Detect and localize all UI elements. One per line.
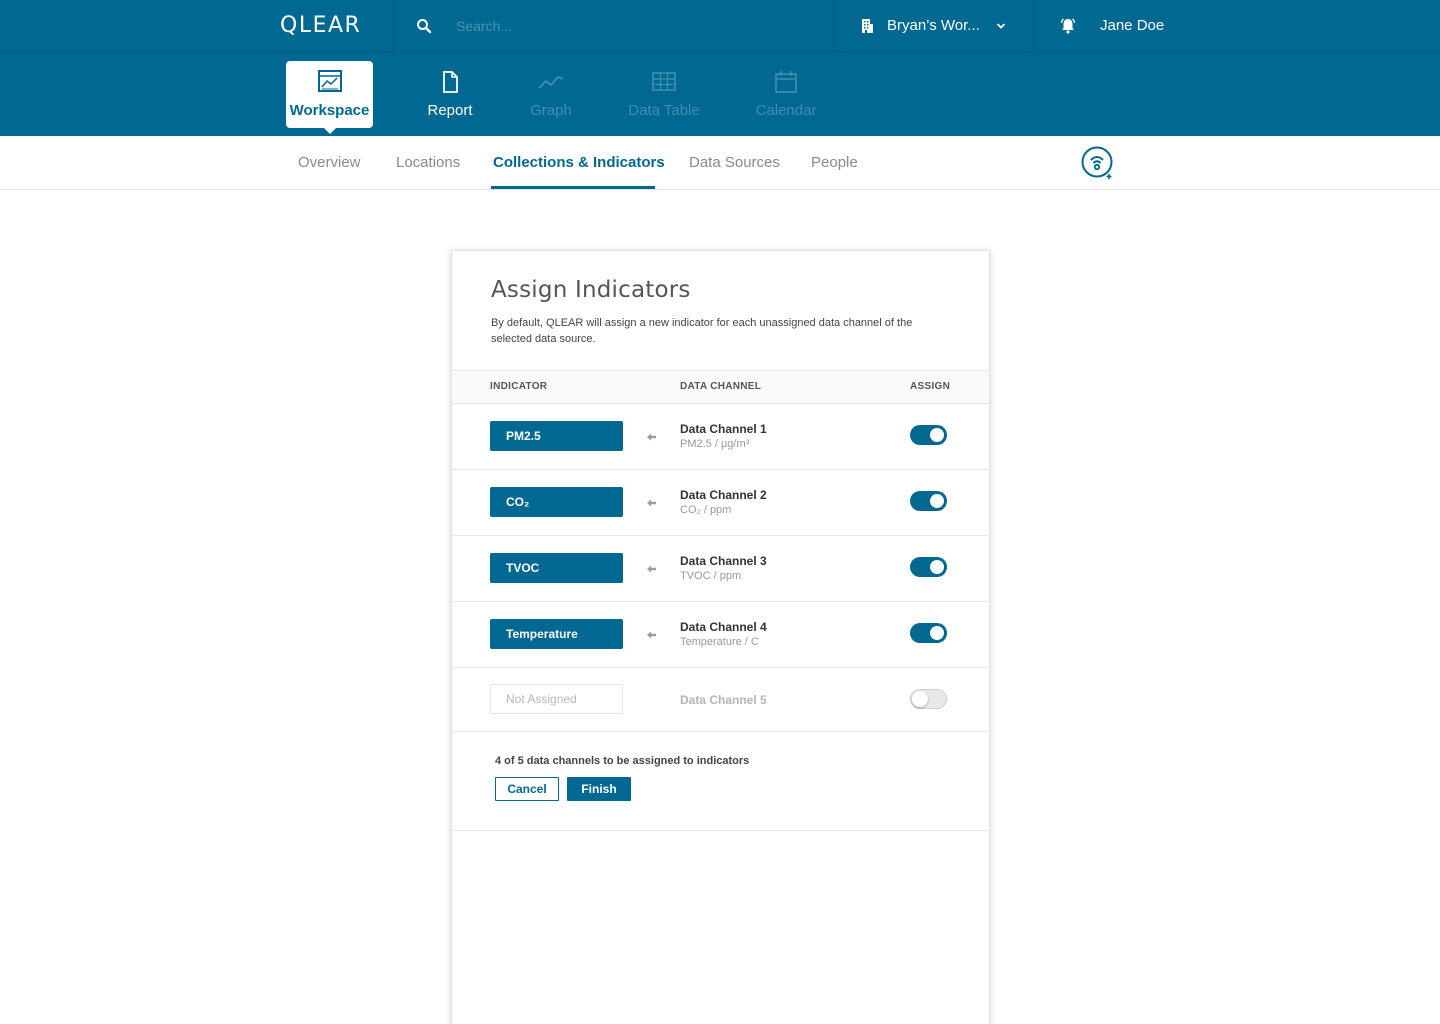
card-description: By default, QLEAR will assign a new indi… <box>491 317 913 345</box>
assign-indicators-card: Assign Indicators By default, QLEAR will… <box>451 250 990 1024</box>
table-row: PM2.5 Data Channel 1 PM2.5 / µg/m³ <box>452 404 989 470</box>
search-icon[interactable] <box>416 18 432 34</box>
sub-nav: Overview Locations Collections & Indicat… <box>0 136 1440 190</box>
arrow-left-icon <box>647 433 656 441</box>
finish-button[interactable]: Finish <box>567 777 631 801</box>
column-data-channel: DATA CHANNEL <box>680 381 762 392</box>
channel-detail: PM2.5 / µg/m³ <box>680 438 750 450</box>
channel-detail: TVOC / ppm <box>680 570 742 582</box>
indicator-button[interactable]: CO₂ <box>490 487 623 517</box>
column-indicator: INDICATOR <box>490 381 548 392</box>
toggle-knob <box>930 428 944 442</box>
channel-name: Data Channel 4 <box>680 620 767 634</box>
table-header: INDICATOR DATA CHANNEL ASSIGN <box>452 370 989 404</box>
assignment-summary: 4 of 5 data channels to be assigned to i… <box>495 755 750 767</box>
assign-toggle[interactable] <box>910 557 947 577</box>
assign-toggle[interactable] <box>910 491 947 511</box>
channel-detail: CO₂ / ppm <box>680 504 732 516</box>
bell-icon[interactable] <box>1059 17 1077 35</box>
table-row: Not Assigned Data Channel 5 <box>452 668 989 732</box>
tab-people[interactable]: People <box>811 154 858 171</box>
workspace-selector[interactable]: Bryan’s Wor... <box>835 0 1033 52</box>
indicator-button[interactable]: PM2.5 <box>490 421 623 451</box>
indicator-select-empty[interactable]: Not Assigned <box>490 684 623 714</box>
module-calendar[interactable]: Calendar <box>748 61 824 128</box>
building-icon <box>862 19 873 33</box>
module-graph[interactable]: Graph <box>515 61 587 128</box>
search-input[interactable] <box>446 12 816 40</box>
channel-name: Data Channel 2 <box>680 488 767 502</box>
assign-toggle[interactable] <box>910 425 947 445</box>
toggle-knob <box>930 494 944 508</box>
module-data-table[interactable]: Data Table <box>620 61 708 128</box>
toggle-knob <box>930 626 944 640</box>
calendar-icon <box>775 71 797 93</box>
workspace-chart-icon <box>317 70 342 92</box>
cancel-button[interactable]: Cancel <box>495 777 559 801</box>
indicator-button[interactable]: Temperature <box>490 619 623 649</box>
table-row: Temperature Data Channel 4 Temperature /… <box>452 602 989 668</box>
toggle-knob <box>912 691 928 707</box>
qlear-logo[interactable]: QLEAR <box>280 13 361 38</box>
card-footer: 4 of 5 data channels to be assigned to i… <box>452 732 989 831</box>
table-row: CO₂ Data Channel 2 CO₂ / ppm <box>452 470 989 536</box>
tab-locations[interactable]: Locations <box>396 154 460 171</box>
tab-data-sources[interactable]: Data Sources <box>689 154 780 171</box>
divider <box>392 0 393 52</box>
user-name[interactable]: Jane Doe <box>1100 17 1164 34</box>
channel-name: Data Channel 5 <box>680 693 767 707</box>
arrow-left-icon <box>647 565 656 573</box>
module-label: Report <box>427 102 473 119</box>
line-graph-icon <box>538 75 564 89</box>
tab-collections-indicators[interactable]: Collections & Indicators <box>493 154 665 171</box>
arrow-left-icon <box>647 631 656 639</box>
divider <box>1033 0 1034 52</box>
module-label: Graph <box>530 102 572 119</box>
channel-detail: Temperature / C <box>680 636 759 648</box>
arrow-left-icon <box>647 499 656 507</box>
channel-name: Data Channel 1 <box>680 422 767 436</box>
add-sensor-icon[interactable] <box>1081 146 1115 180</box>
column-assign: ASSIGN <box>910 381 951 392</box>
chevron-down-icon <box>996 23 1006 29</box>
workspace-name: Bryan’s Wor... <box>887 17 980 34</box>
tab-overview[interactable]: Overview <box>298 154 361 171</box>
assign-toggle[interactable] <box>910 623 947 643</box>
active-tab-indicator <box>491 186 655 189</box>
module-label: Calendar <box>755 102 817 119</box>
module-report[interactable]: Report <box>410 61 490 128</box>
module-workspace[interactable]: Workspace <box>286 61 373 128</box>
top-bar: QLEAR Bryan’s Wor... Jane Doe <box>0 0 1440 52</box>
module-nav: Workspace Report Graph Data Table Calend… <box>0 52 1440 136</box>
card-title: Assign Indicators <box>491 277 691 303</box>
toggle-knob <box>930 560 944 574</box>
document-icon <box>443 71 458 93</box>
table-icon <box>652 72 676 91</box>
channel-name: Data Channel 3 <box>680 554 767 568</box>
indicator-button[interactable]: TVOC <box>490 553 623 583</box>
module-label: Data Table <box>628 102 700 119</box>
module-label: Workspace <box>289 102 370 119</box>
table-row: TVOC Data Channel 3 TVOC / ppm <box>452 536 989 602</box>
assign-toggle[interactable] <box>910 689 947 709</box>
